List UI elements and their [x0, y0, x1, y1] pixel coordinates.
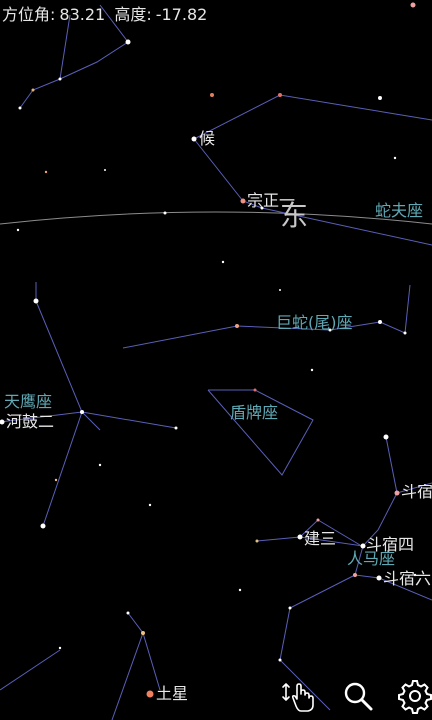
- star-label-dousu6[interactable]: 斗宿六: [383, 571, 431, 587]
- star-point: [383, 434, 389, 440]
- hand-swipe-glyph: [282, 683, 314, 712]
- altitude-value: -17.82: [155, 5, 208, 24]
- star-point: [31, 88, 35, 92]
- orientation-readout: 方位角: 83.21 高度: -17.82: [2, 1, 211, 25]
- star-label-hou[interactable]: 候: [199, 131, 215, 147]
- constellation-lines: [0, 4, 432, 720]
- star-point: [146, 690, 154, 698]
- star-point: [141, 631, 145, 635]
- star-point: [403, 331, 407, 335]
- star-point: [378, 320, 382, 324]
- star-point: [58, 77, 62, 81]
- star-point: [376, 575, 382, 581]
- star-point: [210, 93, 214, 97]
- constellation-label-serpens-cauda[interactable]: 巨蛇(尾)座: [276, 315, 353, 331]
- star-point: [126, 611, 130, 615]
- magnifier-glyph: [344, 682, 373, 711]
- star-point: [98, 463, 102, 467]
- star-point: [18, 106, 22, 110]
- star-point: [378, 96, 382, 100]
- star-point: [174, 426, 178, 430]
- star-point: [255, 539, 259, 543]
- star-point: [410, 2, 416, 8]
- star-point: [278, 658, 282, 662]
- star-point: [240, 198, 246, 204]
- star-label-zongzheng[interactable]: 宗正一: [247, 193, 295, 209]
- star-label-dousu[interactable]: 斗宿: [401, 484, 432, 500]
- star-point: [125, 39, 131, 45]
- planet-label-saturn[interactable]: 土星: [156, 686, 188, 702]
- star-point: [44, 170, 48, 174]
- star-point: [163, 211, 167, 215]
- star-point: [54, 478, 58, 482]
- star-point: [148, 503, 152, 507]
- star-label-hegu2[interactable]: 河鼓二: [6, 414, 54, 430]
- azimuth-value: 83.21: [59, 5, 106, 24]
- star-point: [360, 543, 366, 549]
- star-point: [235, 324, 239, 328]
- star-point: [394, 490, 400, 496]
- star-point: [104, 169, 106, 171]
- sky-graphics: [0, 2, 432, 720]
- star-point: [297, 534, 303, 540]
- star-point: [58, 646, 62, 650]
- star-point: [238, 588, 242, 592]
- sky-map[interactable]: 方位角: 83.21 高度: -17.82 东 蛇夫座 巨蛇(尾)座 盾牌座 天鹰座…: [0, 0, 432, 720]
- star-point: [288, 606, 292, 610]
- star-point: [16, 228, 20, 232]
- star-point: [353, 573, 357, 577]
- star-point: [316, 518, 320, 522]
- star-point: [278, 93, 282, 97]
- hand-swipe-icon[interactable]: [280, 678, 316, 714]
- star-point: [253, 388, 257, 392]
- star-label-jiansan[interactable]: 建三: [304, 531, 336, 547]
- star-point: [80, 410, 84, 414]
- gear-icon[interactable]: [397, 678, 432, 714]
- star-point: [279, 289, 281, 291]
- gear-glyph: [398, 680, 432, 714]
- star-point: [393, 156, 397, 160]
- star-point: [0, 419, 5, 425]
- magnifier-icon[interactable]: [340, 678, 376, 714]
- azimuth-label: 方位角:: [2, 5, 56, 24]
- star-label-dousu4[interactable]: 斗宿四: [366, 537, 414, 553]
- star-point: [33, 298, 39, 304]
- star-point: [40, 523, 46, 529]
- constellation-label-ophiuchus[interactable]: 蛇夫座: [375, 203, 423, 219]
- altitude-label: 高度:: [114, 5, 152, 24]
- star-point: [191, 136, 197, 142]
- constellation-label-aquila[interactable]: 天鹰座: [4, 394, 52, 410]
- star-point: [221, 260, 225, 264]
- star-point: [310, 368, 314, 372]
- constellation-label-scutum[interactable]: 盾牌座: [230, 405, 278, 421]
- horizon-line: [0, 211, 432, 225]
